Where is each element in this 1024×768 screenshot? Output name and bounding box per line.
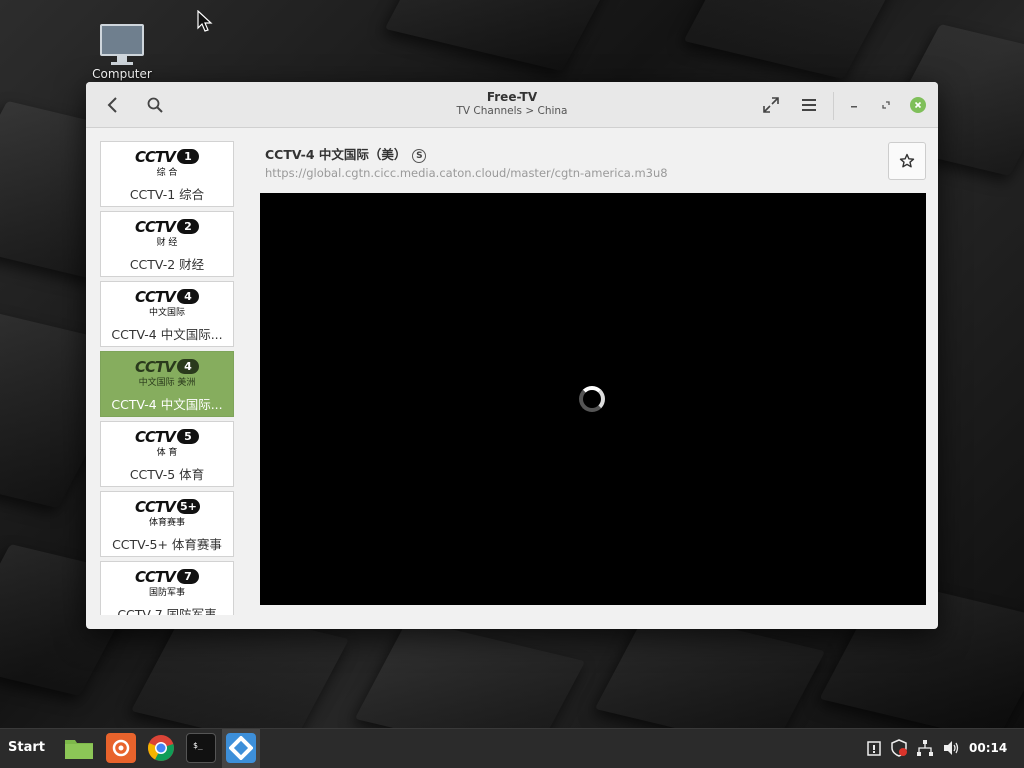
desktop-computer-icon[interactable]: Computer (86, 24, 158, 81)
cctv-logo: CCTV 5 体 育 (135, 428, 199, 458)
window-title-area: Free-TV TV Channels > China (386, 90, 638, 117)
chrome-button[interactable] (146, 733, 176, 763)
star-icon (899, 153, 915, 168)
hamburger-menu-icon (802, 99, 816, 111)
channel-name: CCTV-5+ 体育赛事 (112, 537, 222, 552)
header-separator (833, 92, 834, 120)
app-store-icon (112, 739, 130, 757)
channel-item-cctv-5-plus[interactable]: CCTV 5+ 体育赛事 CCTV-5+ 体育赛事 (100, 491, 234, 557)
software-store-button[interactable] (106, 733, 136, 763)
tv-app-icon (229, 736, 253, 760)
channel-item-cctv-4-america[interactable]: CCTV 4 中文国际 美洲 CCTV-4 中文国际... (100, 351, 234, 417)
chevron-left-icon (107, 97, 117, 113)
maximize-icon (882, 101, 890, 109)
cctv-logo: CCTV 1 综 合 (135, 148, 199, 178)
desktop-icon-label: Computer (92, 67, 152, 81)
folder-icon (65, 740, 93, 759)
cctv-logo: CCTV 7 国防军事 (135, 568, 199, 598)
bg-tile (683, 0, 897, 80)
channel-item-cctv-1[interactable]: CCTV 1 综 合 CCTV-1 综合 (100, 141, 234, 207)
cctv-logo: CCTV 5+ 体育赛事 (135, 498, 200, 528)
channel-name: CCTV-4 中文国际... (111, 327, 223, 342)
shield-icon[interactable] (890, 739, 908, 757)
mouse-cursor-icon (197, 10, 213, 32)
expand-icon (763, 97, 779, 113)
channel-item-cctv-2[interactable]: CCTV 2 财 经 CCTV-2 财经 (100, 211, 234, 277)
favorite-button[interactable] (888, 142, 926, 180)
channel-item-cctv-5[interactable]: CCTV 5 体 育 CCTV-5 体育 (100, 421, 234, 487)
cctv-logo: CCTV 4 中文国际 美洲 (135, 358, 199, 388)
bg-tile (354, 618, 586, 728)
channel-name: CCTV-7 国防军事 (117, 607, 217, 615)
channel-title-text: CCTV-4 中文国际（美） (265, 147, 407, 162)
monitor-icon (100, 24, 144, 56)
cctv-logo: CCTV 4 中文国际 (135, 288, 199, 318)
close-button[interactable] (910, 97, 926, 113)
terminal-button[interactable]: $_ (186, 733, 216, 763)
search-button[interactable] (140, 90, 170, 120)
stream-url: https://global.cgtn.cicc.media.caton.clo… (265, 166, 668, 180)
minimize-icon (851, 106, 857, 108)
back-button[interactable] (98, 90, 128, 120)
channel-name: CCTV-2 财经 (129, 257, 205, 272)
window-subtitle: TV Channels > China (456, 105, 568, 117)
channel-item-cctv-4[interactable]: CCTV 4 中文国际 CCTV-4 中文国际... (100, 281, 234, 347)
bg-tile (384, 0, 616, 72)
channel-item-cctv-7[interactable]: CCTV 7 国防军事 CCTV-7 国防军事 (100, 561, 234, 615)
window-title: Free-TV (486, 90, 538, 104)
maximize-button[interactable] (878, 97, 894, 113)
minimize-button[interactable] (846, 97, 862, 113)
chrome-icon (148, 735, 174, 761)
header-bar: Free-TV TV Channels > China (86, 82, 938, 128)
close-icon (914, 101, 922, 109)
cctv-logo: CCTV 2 财 经 (135, 218, 199, 248)
menu-button[interactable] (794, 90, 824, 120)
free-tv-taskbar-button[interactable] (226, 733, 256, 763)
channel-name: CCTV-4 中文国际... (111, 397, 223, 412)
channel-title: CCTV-4 中文国际（美） S (265, 144, 427, 163)
network-icon[interactable] (916, 739, 934, 757)
channel-name: CCTV-1 综合 (129, 187, 205, 202)
channel-name: CCTV-5 体育 (129, 467, 205, 482)
fullscreen-button[interactable] (756, 90, 786, 120)
free-tv-window: Free-TV TV Channels > China CCTV 1 综 合 C… (86, 82, 938, 629)
update-manager-icon[interactable] (866, 739, 882, 757)
loading-spinner-icon (579, 386, 605, 412)
search-icon (147, 97, 163, 113)
clock[interactable]: 00:14 (969, 741, 1007, 755)
s-badge-icon: S (412, 149, 427, 163)
svg-text:$_: $_ (193, 741, 203, 750)
taskbar: Start $_ 00:14 (0, 728, 1024, 768)
start-button[interactable]: Start (8, 740, 45, 755)
volume-icon[interactable] (942, 739, 960, 757)
files-app-button[interactable] (64, 733, 94, 763)
video-player[interactable] (260, 193, 926, 605)
terminal-icon: $_ (193, 741, 203, 750)
channel-list[interactable]: CCTV 1 综 合 CCTV-1 综合 CCTV 2 财 经 CCTV-2 财经 … (98, 141, 236, 615)
